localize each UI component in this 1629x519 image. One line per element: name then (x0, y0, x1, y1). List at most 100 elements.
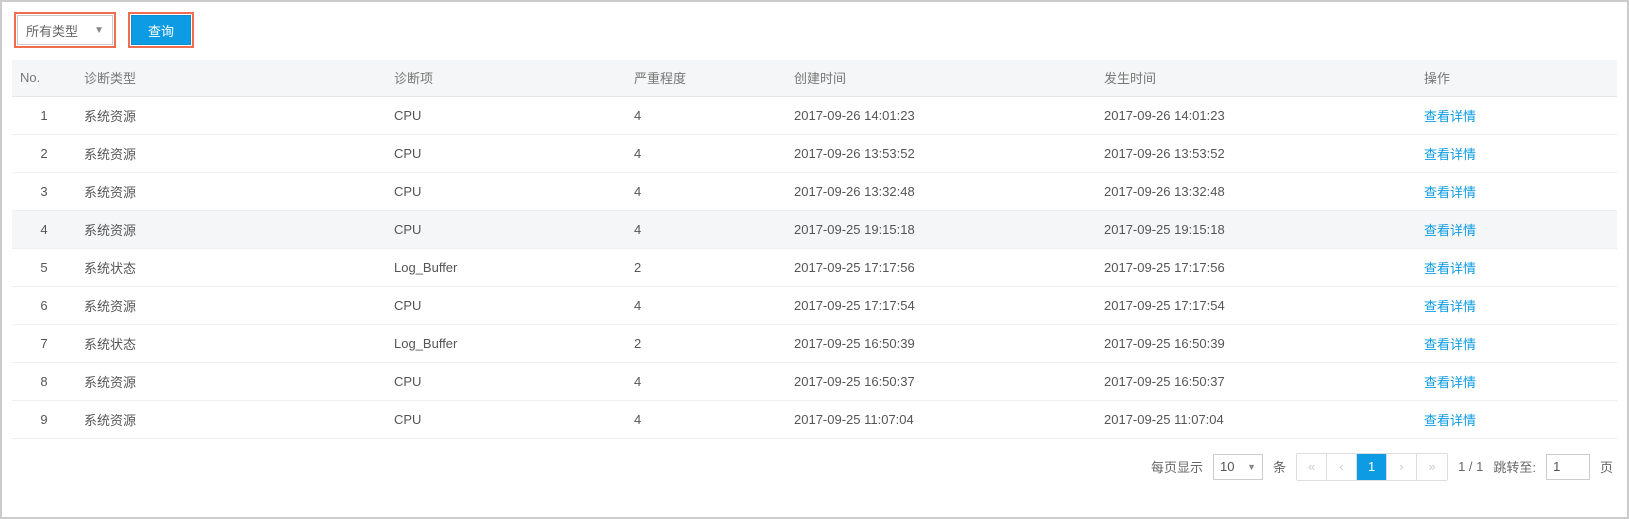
toolbar: 所有类型 ▼ 查询 (12, 12, 1617, 48)
cell-type: 系统资源 (76, 134, 386, 172)
col-type: 诊断类型 (76, 60, 386, 96)
cell-type: 系统资源 (76, 362, 386, 400)
query-button[interactable]: 查询 (131, 15, 191, 45)
view-detail-link[interactable]: 查看详情 (1424, 413, 1476, 428)
cell-no: 5 (12, 248, 76, 286)
cell-created: 2017-09-25 19:15:18 (786, 210, 1096, 248)
filter-type-select[interactable]: 所有类型 ▼ (17, 15, 113, 45)
view-detail-link[interactable]: 查看详情 (1424, 337, 1476, 352)
per-page-label: 每页显示 (1151, 457, 1203, 476)
cell-severity: 2 (626, 324, 786, 362)
cell-type: 系统资源 (76, 210, 386, 248)
cell-severity: 4 (626, 96, 786, 134)
table-row: 9系统资源CPU42017-09-25 11:07:042017-09-25 1… (12, 400, 1617, 438)
col-severity: 严重程度 (626, 60, 786, 96)
prev-page-button[interactable]: ‹ (1327, 454, 1357, 480)
cell-no: 9 (12, 400, 76, 438)
page-frame: 所有类型 ▼ 查询 No. 诊断类型 诊断项 严重程度 创建时间 发生时间 (0, 0, 1629, 519)
cell-item: CPU (386, 286, 626, 324)
cell-item: CPU (386, 400, 626, 438)
col-no: No. (12, 60, 76, 96)
cell-occurred: 2017-09-25 19:15:18 (1096, 210, 1416, 248)
page-size-value: 10 (1220, 459, 1234, 474)
jump-label: 跳转至: (1493, 457, 1536, 476)
table-row: 7系统状态Log_Buffer22017-09-25 16:50:392017-… (12, 324, 1617, 362)
filter-select-highlight: 所有类型 ▼ (14, 12, 116, 48)
cell-occurred: 2017-09-25 16:50:39 (1096, 324, 1416, 362)
cell-created: 2017-09-25 16:50:37 (786, 362, 1096, 400)
view-detail-link[interactable]: 查看详情 (1424, 299, 1476, 314)
next-page-button[interactable]: › (1387, 454, 1417, 480)
view-detail-link[interactable]: 查看详情 (1424, 147, 1476, 162)
cell-type: 系统状态 (76, 248, 386, 286)
cell-occurred: 2017-09-25 17:17:56 (1096, 248, 1416, 286)
cell-severity: 4 (626, 286, 786, 324)
cell-no: 2 (12, 134, 76, 172)
cell-occurred: 2017-09-25 17:17:54 (1096, 286, 1416, 324)
jump-suffix: 页 (1600, 457, 1613, 476)
cell-created: 2017-09-25 17:17:56 (786, 248, 1096, 286)
caret-down-icon: ▼ (94, 25, 104, 36)
cell-type: 系统状态 (76, 324, 386, 362)
page-number-current[interactable]: 1 (1357, 454, 1387, 480)
caret-down-icon: ▼ (1247, 462, 1256, 472)
cell-severity: 2 (626, 248, 786, 286)
diagnosis-table: No. 诊断类型 诊断项 严重程度 创建时间 发生时间 操作 1系统资源CPU4… (12, 60, 1617, 439)
cell-no: 3 (12, 172, 76, 210)
cell-item: CPU (386, 210, 626, 248)
table-row: 1系统资源CPU42017-09-26 14:01:232017-09-26 1… (12, 96, 1617, 134)
cell-item: Log_Buffer (386, 324, 626, 362)
table-row: 5系统状态Log_Buffer22017-09-25 17:17:562017-… (12, 248, 1617, 286)
last-page-button[interactable]: » (1417, 454, 1447, 480)
table-header-row: No. 诊断类型 诊断项 严重程度 创建时间 发生时间 操作 (12, 60, 1617, 96)
cell-created: 2017-09-25 16:50:39 (786, 324, 1096, 362)
table-row: 2系统资源CPU42017-09-26 13:53:522017-09-26 1… (12, 134, 1617, 172)
view-detail-link[interactable]: 查看详情 (1424, 109, 1476, 124)
table-row: 3系统资源CPU42017-09-26 13:32:482017-09-26 1… (12, 172, 1617, 210)
cell-item: CPU (386, 134, 626, 172)
cell-occurred: 2017-09-26 13:53:52 (1096, 134, 1416, 172)
cell-no: 7 (12, 324, 76, 362)
view-detail-link[interactable]: 查看详情 (1424, 185, 1476, 200)
page-size-select[interactable]: 10 ▼ (1213, 454, 1263, 480)
table-row: 6系统资源CPU42017-09-25 17:17:542017-09-25 1… (12, 286, 1617, 324)
cell-occurred: 2017-09-25 16:50:37 (1096, 362, 1416, 400)
cell-severity: 4 (626, 134, 786, 172)
cell-item: Log_Buffer (386, 248, 626, 286)
cell-no: 1 (12, 96, 76, 134)
cell-severity: 4 (626, 400, 786, 438)
cell-created: 2017-09-26 13:32:48 (786, 172, 1096, 210)
table-row: 8系统资源CPU42017-09-25 16:50:372017-09-25 1… (12, 362, 1617, 400)
cell-occurred: 2017-09-26 14:01:23 (1096, 96, 1416, 134)
col-created: 创建时间 (786, 60, 1096, 96)
cell-no: 4 (12, 210, 76, 248)
col-item: 诊断项 (386, 60, 626, 96)
filter-type-value: 所有类型 (26, 21, 78, 40)
cell-occurred: 2017-09-25 11:07:04 (1096, 400, 1416, 438)
cell-item: CPU (386, 96, 626, 134)
cell-no: 6 (12, 286, 76, 324)
cell-severity: 4 (626, 172, 786, 210)
table-row: 4系统资源CPU42017-09-25 19:15:182017-09-25 1… (12, 210, 1617, 248)
cell-type: 系统资源 (76, 400, 386, 438)
col-action: 操作 (1416, 60, 1617, 96)
first-page-button[interactable]: « (1297, 454, 1327, 480)
cell-item: CPU (386, 362, 626, 400)
cell-created: 2017-09-26 13:53:52 (786, 134, 1096, 172)
cell-severity: 4 (626, 210, 786, 248)
page-total: 1 / 1 (1458, 459, 1483, 474)
jump-input[interactable] (1546, 454, 1590, 480)
cell-type: 系统资源 (76, 96, 386, 134)
col-occurred: 发生时间 (1096, 60, 1416, 96)
view-detail-link[interactable]: 查看详情 (1424, 261, 1476, 276)
view-detail-link[interactable]: 查看详情 (1424, 223, 1476, 238)
cell-type: 系统资源 (76, 172, 386, 210)
cell-occurred: 2017-09-26 13:32:48 (1096, 172, 1416, 210)
view-detail-link[interactable]: 查看详情 (1424, 375, 1476, 390)
cell-created: 2017-09-25 11:07:04 (786, 400, 1096, 438)
page-nav: « ‹ 1 › » (1296, 453, 1448, 481)
cell-item: CPU (386, 172, 626, 210)
query-button-highlight: 查询 (128, 12, 194, 48)
cell-type: 系统资源 (76, 286, 386, 324)
unit-label: 条 (1273, 457, 1286, 476)
